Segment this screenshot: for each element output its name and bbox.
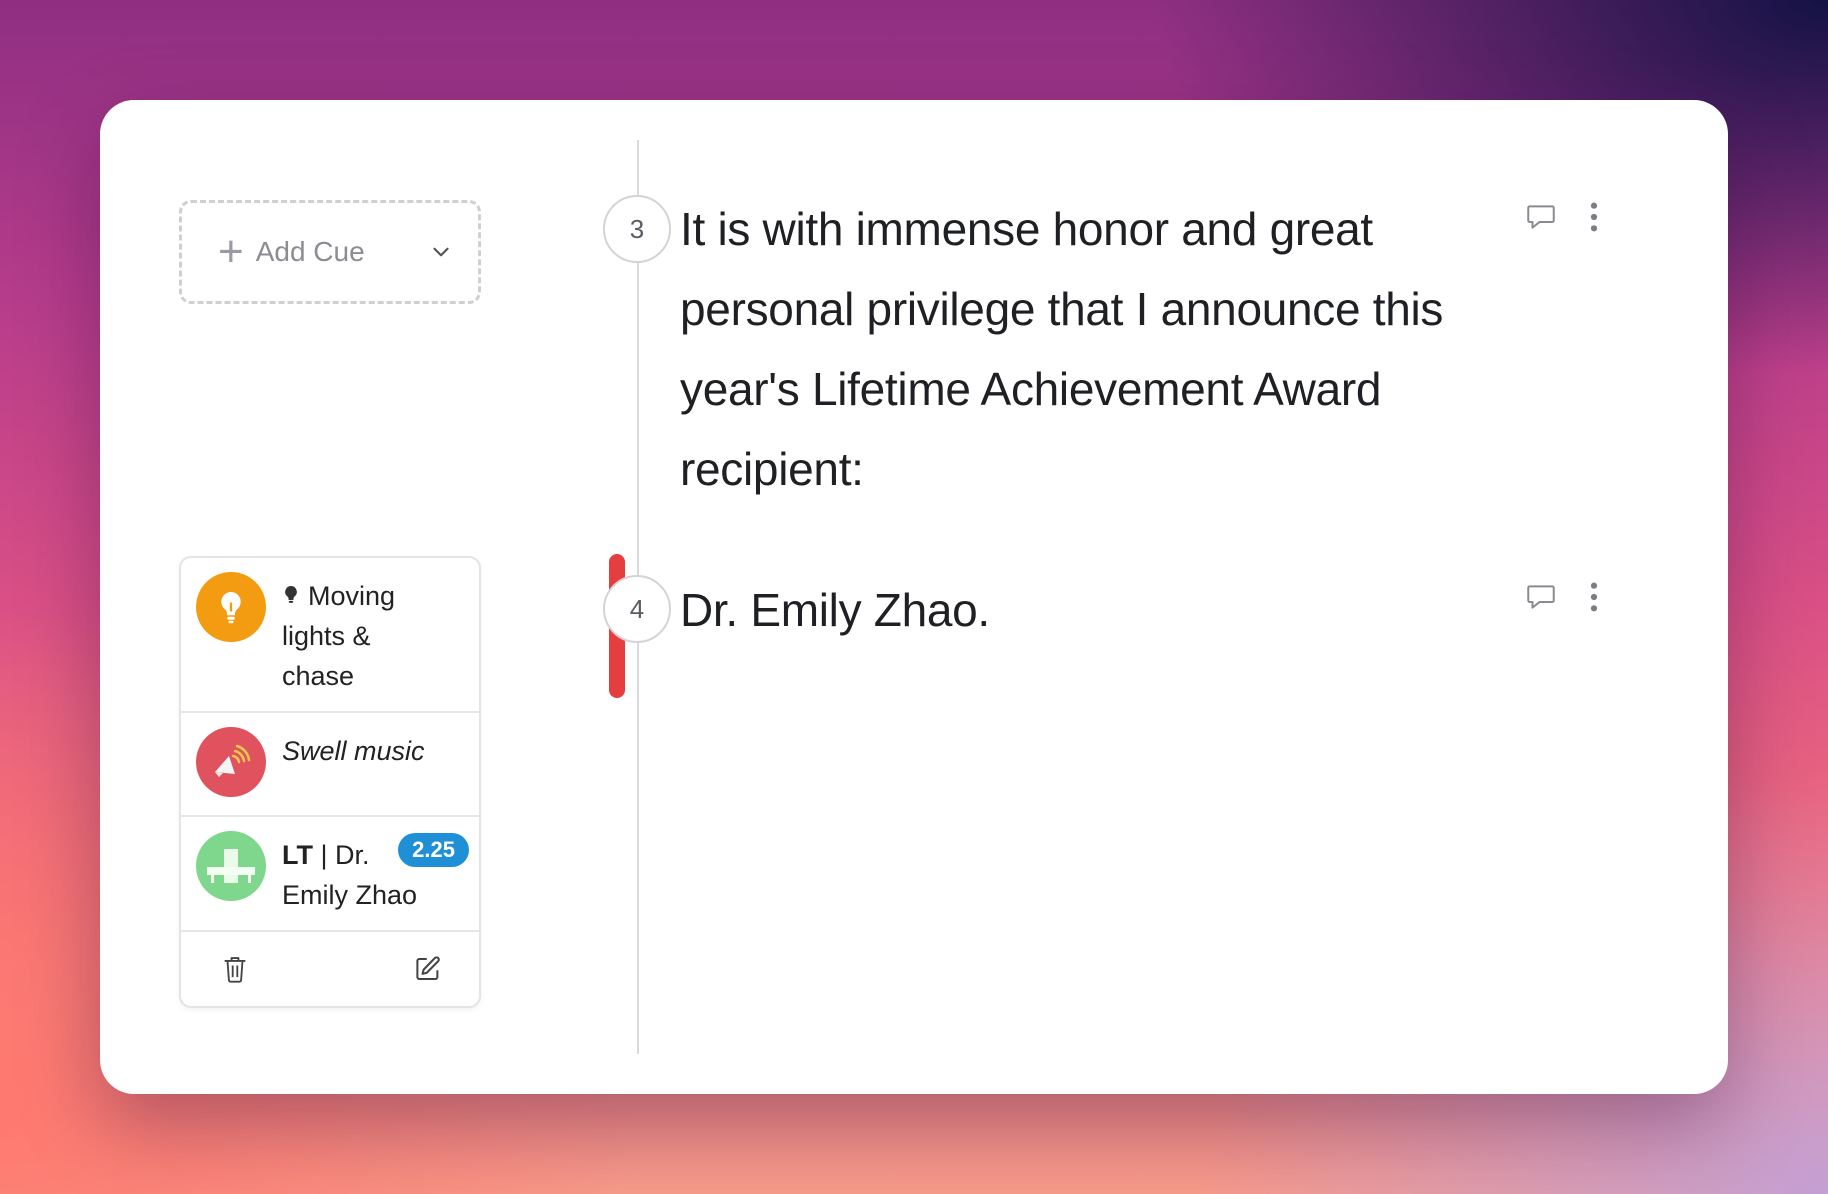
add-cue-button[interactable]: + Add Cue — [179, 200, 481, 304]
duration-badge: 2.25 — [398, 833, 469, 867]
cue-label-line: | Dr. — [312, 840, 370, 870]
cue-text-lower-third: LT | Dr. Emily Zhao — [282, 831, 417, 916]
cue-text-lighting: Moving lights & chase — [282, 572, 395, 697]
cue-item-lower-third[interactable]: LT | Dr. Emily Zhao 2.25 — [181, 817, 479, 932]
lightbulb-icon — [221, 592, 241, 624]
cue-avatar-sound — [196, 727, 266, 797]
comment-icon[interactable] — [1524, 200, 1558, 234]
cue-label-line: lights & — [282, 621, 371, 651]
script-line: year's Lifetime Achievement Award — [680, 363, 1382, 415]
script-card: + Add Cue 3 It is with immense honor and… — [100, 100, 1728, 1094]
comment-icon[interactable] — [1524, 580, 1558, 614]
chevron-down-icon[interactable] — [428, 239, 454, 265]
cue-group-card: Moving lights & chase Swell music LT | D… — [179, 556, 481, 1008]
more-vertical-icon[interactable] — [1586, 580, 1602, 614]
cue-actions — [181, 932, 479, 1006]
more-vertical-icon[interactable] — [1586, 200, 1602, 234]
lower-third-icon — [207, 849, 255, 883]
script-paragraph-3[interactable]: It is with immense honor and great perso… — [680, 189, 1443, 509]
add-cue-label: Add Cue — [255, 236, 365, 267]
script-line: recipient: — [680, 443, 864, 495]
script-paragraph-4[interactable]: Dr. Emily Zhao. — [680, 570, 990, 650]
speaker-icon — [215, 744, 251, 777]
script-line: Dr. Emily Zhao. — [680, 584, 990, 636]
cue-label-line: chase — [282, 661, 355, 691]
plus-icon: + — [218, 227, 244, 276]
cue-avatar-lighting — [196, 572, 266, 642]
cue-label: Swell music — [282, 736, 425, 766]
cue-label-line: Emily Zhao — [282, 880, 418, 910]
trash-icon[interactable] — [221, 954, 249, 984]
cue-label-line: Moving — [308, 581, 396, 611]
edit-icon[interactable] — [413, 954, 443, 984]
cue-text-sound: Swell music — [282, 727, 425, 801]
lightbulb-small-icon — [285, 586, 297, 603]
cue-type-label: LT — [282, 840, 313, 870]
script-line: personal privilege that I announce this — [680, 283, 1444, 335]
script-line: It is with immense honor and great — [680, 203, 1373, 255]
cue-avatar-lower-third — [196, 831, 266, 901]
step-number-3: 3 — [603, 195, 671, 263]
step-number-4: 4 — [603, 575, 671, 643]
cue-item-sound[interactable]: Swell music — [181, 713, 479, 817]
cue-item-lighting[interactable]: Moving lights & chase — [181, 558, 479, 713]
